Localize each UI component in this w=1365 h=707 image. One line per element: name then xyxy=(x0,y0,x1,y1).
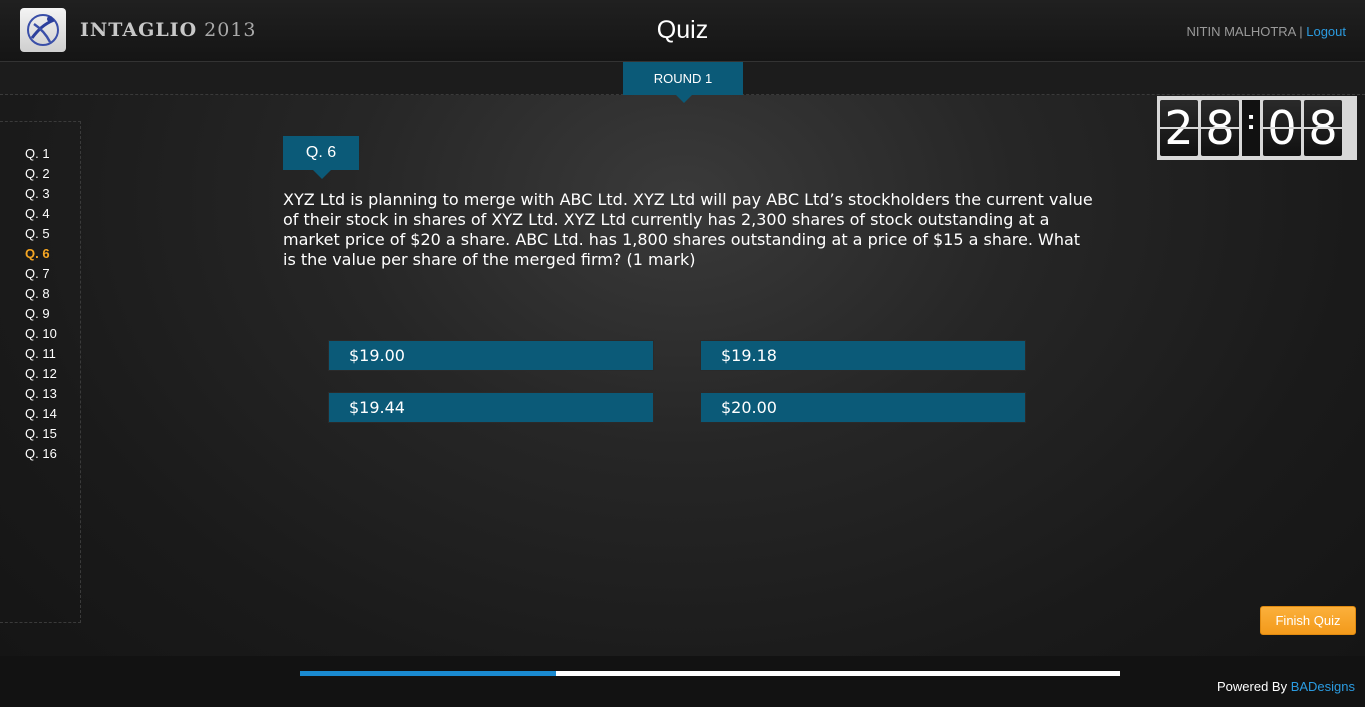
user-name: NITIN MALHOTRA xyxy=(1186,24,1296,39)
sidebar-item-q6[interactable]: Q. 6 xyxy=(0,244,80,264)
powered-by: Powered By BADesigns xyxy=(1217,679,1355,694)
timer-digit-seconds-ones: 8 xyxy=(1304,100,1342,156)
countdown-timer: 2 8 : 0 8 xyxy=(1157,96,1357,160)
sidebar-item-q10[interactable]: Q. 10 xyxy=(0,324,80,344)
top-header: INTAGLIO 2013 Quiz NITIN MALHOTRA | Logo… xyxy=(0,0,1365,62)
sidebar-item-q2[interactable]: Q. 2 xyxy=(0,164,80,184)
quiz-progress-fill xyxy=(300,671,557,676)
sidebar-item-q5[interactable]: Q. 5 xyxy=(0,224,80,244)
sidebar-item-q3[interactable]: Q. 3 xyxy=(0,184,80,204)
question-text: XYZ Ltd is planning to merge with ABC Lt… xyxy=(283,190,1093,269)
timer-digit-minutes-tens: 2 xyxy=(1160,100,1198,156)
round-tab: ROUND 1 xyxy=(623,62,743,103)
round-bar: ROUND 1 xyxy=(0,62,1365,103)
timer-colon: : xyxy=(1242,100,1260,156)
sidebar-item-q11[interactable]: Q. 11 xyxy=(0,344,80,364)
sidebar-item-q7[interactable]: Q. 7 xyxy=(0,264,80,284)
answer-option-a[interactable]: $19.00 xyxy=(328,340,654,371)
footer: Powered By BADesigns xyxy=(0,656,1365,707)
sidebar-item-q4[interactable]: Q. 4 xyxy=(0,204,80,224)
answer-option-b[interactable]: $19.18 xyxy=(700,340,1026,371)
timer-digit-minutes-ones: 8 xyxy=(1201,100,1239,156)
sidebar-item-q14[interactable]: Q. 14 xyxy=(0,404,80,424)
timer-digit-seconds-tens: 0 xyxy=(1263,100,1301,156)
sidebar-item-q12[interactable]: Q. 12 xyxy=(0,364,80,384)
user-info: NITIN MALHOTRA | Logout xyxy=(1187,24,1346,39)
sidebar-item-q1[interactable]: Q. 1 xyxy=(0,144,80,164)
finish-quiz-button[interactable]: Finish Quiz xyxy=(1260,606,1356,635)
sidebar-item-q16[interactable]: Q. 16 xyxy=(0,444,80,464)
page-title: Quiz xyxy=(656,16,709,44)
question-sidebar: Q. 1 Q. 2 Q. 3 Q. 4 Q. 5 Q. 6 Q. 7 Q. 8 … xyxy=(0,121,81,623)
quiz-progress-bar xyxy=(300,671,1120,676)
powered-by-label: Powered By xyxy=(1216,679,1291,694)
powered-by-link[interactable]: BADesigns xyxy=(1291,679,1355,694)
question-number-badge: Q. 6 xyxy=(283,136,359,179)
sidebar-item-q8[interactable]: Q. 8 xyxy=(0,284,80,304)
sidebar-item-q9[interactable]: Q. 9 xyxy=(0,304,80,324)
sidebar-item-q15[interactable]: Q. 15 xyxy=(0,424,80,444)
logout-link[interactable]: Logout xyxy=(1306,24,1346,39)
sidebar-item-q13[interactable]: Q. 13 xyxy=(0,384,80,404)
answer-option-c[interactable]: $19.44 xyxy=(328,392,654,423)
answer-option-d[interactable]: $20.00 xyxy=(700,392,1026,423)
user-separator: | xyxy=(1295,24,1307,39)
